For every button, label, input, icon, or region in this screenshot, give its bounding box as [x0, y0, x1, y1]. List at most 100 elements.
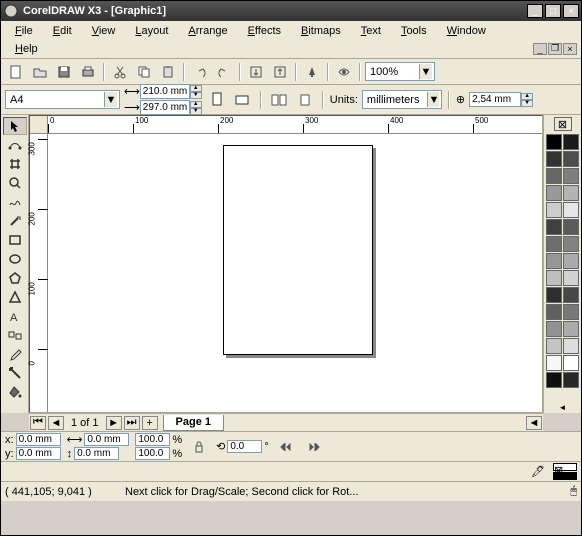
color-swatch[interactable] [563, 168, 579, 184]
welcome-icon[interactable] [333, 61, 355, 83]
rotate-input[interactable] [227, 440, 262, 453]
color-swatch[interactable] [563, 338, 579, 354]
color-swatch[interactable] [546, 236, 562, 252]
prev-page-button[interactable]: ◄ [48, 416, 64, 430]
new-icon[interactable] [5, 61, 27, 83]
color-swatch[interactable] [563, 304, 579, 320]
facing-pages-icon[interactable] [268, 89, 290, 111]
text-tool-icon[interactable]: A [3, 307, 27, 325]
color-swatch[interactable] [563, 236, 579, 252]
zoom-tool-icon[interactable] [3, 174, 27, 192]
color-swatch[interactable] [546, 321, 562, 337]
fill-color-swatch[interactable]: ⊠ [553, 463, 577, 471]
color-swatch[interactable] [563, 219, 579, 235]
print-icon[interactable] [77, 61, 99, 83]
undo-icon[interactable] [189, 61, 211, 83]
color-swatch[interactable] [563, 253, 579, 269]
first-page-button[interactable]: ⏮ [30, 416, 46, 430]
mdi-restore-button[interactable]: ❐ [548, 43, 562, 55]
menu-edit[interactable]: Edit [43, 23, 82, 39]
import-icon[interactable] [245, 61, 267, 83]
nudge-input[interactable] [469, 92, 521, 107]
palette-scroll-left[interactable]: ◄ [544, 401, 581, 413]
cut-icon[interactable] [109, 61, 131, 83]
redo-icon[interactable] [213, 61, 235, 83]
copy-icon[interactable] [133, 61, 155, 83]
vertical-ruler[interactable]: 3002001000 [30, 134, 48, 412]
shape-tool-icon[interactable] [3, 136, 27, 154]
polygon-tool-icon[interactable] [3, 269, 27, 287]
color-swatch[interactable] [546, 304, 562, 320]
page-height-input[interactable] [140, 100, 190, 115]
color-swatch[interactable] [563, 321, 579, 337]
pick-tool-icon[interactable] [3, 117, 27, 135]
color-swatch[interactable] [546, 338, 562, 354]
page-width-input[interactable] [140, 84, 190, 99]
export-icon[interactable] [269, 61, 291, 83]
menu-help[interactable]: Help [5, 41, 48, 57]
color-swatch[interactable] [546, 219, 562, 235]
zoom-combo[interactable]: 100% ▼ [365, 62, 435, 81]
outline-color-swatch[interactable] [553, 472, 577, 480]
fill-tool-icon[interactable] [3, 383, 27, 401]
outline-tool-icon[interactable] [3, 364, 27, 382]
width-up[interactable]: ▲ [190, 85, 202, 92]
color-swatch[interactable] [546, 372, 562, 388]
ruler-origin[interactable] [30, 116, 48, 134]
basic-shapes-icon[interactable] [3, 288, 27, 306]
paste-icon[interactable] [157, 61, 179, 83]
menu-bitmaps[interactable]: Bitmaps [291, 23, 351, 39]
crop-tool-icon[interactable] [3, 155, 27, 173]
units-combo[interactable]: millimeters ▼ [362, 90, 442, 109]
menu-file[interactable]: File [5, 23, 43, 39]
scale-y-input[interactable] [135, 447, 170, 460]
mdi-close-button[interactable]: × [563, 43, 577, 55]
add-page-button[interactable]: + [142, 416, 158, 430]
single-page-icon[interactable] [294, 89, 316, 111]
color-swatch[interactable] [546, 134, 562, 150]
color-swatch[interactable] [546, 287, 562, 303]
nudge-up[interactable]: ▲ [521, 93, 533, 100]
landscape-icon[interactable] [232, 89, 254, 111]
eyedropper-icon[interactable] [3, 345, 27, 363]
color-swatch[interactable] [546, 355, 562, 371]
portrait-icon[interactable] [206, 89, 228, 111]
no-color-swatch[interactable]: ⊠ [554, 117, 572, 131]
y-pos-input[interactable] [16, 447, 61, 460]
height-down[interactable]: ▼ [190, 108, 202, 115]
nudge-down[interactable]: ▼ [521, 100, 533, 107]
page-tab[interactable]: Page 1 [163, 415, 224, 431]
color-swatch[interactable] [546, 185, 562, 201]
color-swatch[interactable] [546, 202, 562, 218]
open-icon[interactable] [29, 61, 51, 83]
color-swatch[interactable] [546, 168, 562, 184]
mdi-minimize-button[interactable]: _ [533, 43, 547, 55]
save-icon[interactable] [53, 61, 75, 83]
ellipse-tool-icon[interactable] [3, 250, 27, 268]
lock-ratio-icon[interactable] [188, 436, 210, 458]
menu-layout[interactable]: Layout [125, 23, 178, 39]
x-pos-input[interactable] [16, 433, 61, 446]
color-swatch[interactable] [563, 372, 579, 388]
color-swatch[interactable] [563, 134, 579, 150]
menu-tools[interactable]: Tools [391, 23, 437, 39]
color-swatch[interactable] [563, 287, 579, 303]
interactive-blend-icon[interactable] [3, 326, 27, 344]
paper-size-combo[interactable]: A4 ▼ [5, 90, 120, 109]
color-swatch[interactable] [563, 270, 579, 286]
menu-effects[interactable]: Effects [238, 23, 291, 39]
maximize-button[interactable]: □ [545, 4, 561, 18]
obj-height-input[interactable] [74, 447, 119, 460]
hscroll-left[interactable]: ◄ [526, 416, 542, 430]
smart-drawing-icon[interactable] [3, 212, 27, 230]
menu-text[interactable]: Text [351, 23, 391, 39]
next-page-button[interactable]: ► [106, 416, 122, 430]
horizontal-ruler[interactable]: 0100200300400500 [48, 116, 542, 134]
menu-window[interactable]: Window [437, 23, 496, 39]
scale-x-input[interactable] [135, 433, 170, 446]
color-swatch[interactable] [563, 185, 579, 201]
height-up[interactable]: ▲ [190, 101, 202, 108]
freehand-tool-icon[interactable] [3, 193, 27, 211]
color-swatch[interactable] [546, 270, 562, 286]
color-swatch[interactable] [563, 202, 579, 218]
